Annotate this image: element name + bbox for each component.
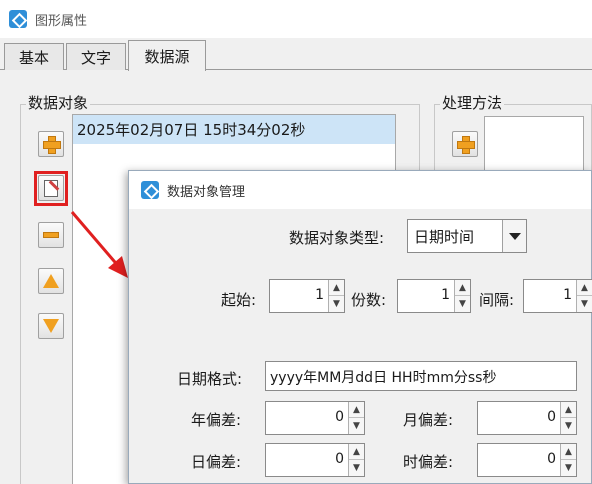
interval-value: 1: [563, 287, 572, 303]
spin-buttons[interactable]: ▲ ▼: [328, 280, 344, 312]
spin-buttons[interactable]: ▲ ▼: [348, 402, 364, 434]
spin-up-icon[interactable]: ▲: [329, 280, 344, 296]
spin-down-icon[interactable]: ▼: [349, 418, 364, 434]
day-offset-value: 0: [335, 451, 344, 467]
start-spinner[interactable]: 1 ▲ ▼: [269, 279, 345, 313]
spin-down-icon[interactable]: ▼: [561, 418, 576, 434]
month-offset-value: 0: [547, 409, 556, 425]
spin-down-icon[interactable]: ▼: [577, 296, 592, 312]
hour-offset-label: 时偏差:: [403, 453, 454, 471]
start-value: 1: [315, 287, 324, 303]
day-offset-label: 日偏差:: [191, 453, 242, 471]
month-offset-label: 月偏差:: [403, 411, 454, 429]
month-offset-spinner[interactable]: 0 ▲ ▼: [477, 401, 577, 435]
spin-up-icon[interactable]: ▲: [349, 444, 364, 460]
type-select[interactable]: 日期时间: [407, 219, 527, 253]
start-label: 起始:: [221, 291, 257, 309]
spin-down-icon[interactable]: ▼: [455, 296, 470, 312]
interval-label: 间隔:: [479, 291, 515, 309]
spin-down-icon[interactable]: ▼: [561, 460, 576, 476]
spin-buttons[interactable]: ▲ ▼: [560, 444, 576, 476]
spin-up-icon[interactable]: ▲: [455, 280, 470, 296]
spin-buttons[interactable]: ▲ ▼: [560, 402, 576, 434]
date-format-value: yyyy年MM月dd日 HH时mm分ss秒: [270, 370, 497, 386]
copies-spinner[interactable]: 1 ▲ ▼: [397, 279, 471, 313]
year-offset-label: 年偏差:: [191, 411, 242, 429]
spin-up-icon[interactable]: ▲: [349, 402, 364, 418]
date-format-input[interactable]: yyyy年MM月dd日 HH时mm分ss秒: [265, 361, 577, 391]
dialog-title-bar: 数据对象管理: [129, 171, 591, 209]
spin-up-icon[interactable]: ▲: [577, 280, 592, 296]
day-offset-spinner[interactable]: 0 ▲ ▼: [265, 443, 365, 477]
spin-down-icon[interactable]: ▼: [349, 460, 364, 476]
year-offset-value: 0: [335, 409, 344, 425]
data-object-manager-dialog: 数据对象管理 数据对象类型: 日期时间 起始: 1 ▲ ▼ 份数: 1 ▲ ▼ 间隔…: [128, 170, 592, 484]
chevron-down-icon: [508, 232, 521, 240]
year-offset-spinner[interactable]: 0 ▲ ▼: [265, 401, 365, 435]
dropdown-button[interactable]: [502, 220, 526, 252]
type-select-value: 日期时间: [414, 228, 475, 246]
format-label: 日期格式:: [177, 370, 243, 388]
app-icon: [141, 181, 159, 199]
spin-up-icon[interactable]: ▲: [561, 444, 576, 460]
copies-value: 1: [441, 287, 450, 303]
spin-down-icon[interactable]: ▼: [329, 296, 344, 312]
spin-buttons[interactable]: ▲ ▼: [348, 444, 364, 476]
type-label: 数据对象类型:: [289, 229, 385, 247]
spin-buttons[interactable]: ▲ ▼: [454, 280, 470, 312]
hour-offset-spinner[interactable]: 0 ▲ ▼: [477, 443, 577, 477]
dialog-title: 数据对象管理: [167, 184, 246, 200]
spin-up-icon[interactable]: ▲: [561, 402, 576, 418]
spin-buttons[interactable]: ▲ ▼: [576, 280, 592, 312]
copies-label: 份数:: [351, 291, 387, 309]
interval-spinner[interactable]: 1 ▲ ▼: [523, 279, 592, 313]
hour-offset-value: 0: [547, 451, 556, 467]
